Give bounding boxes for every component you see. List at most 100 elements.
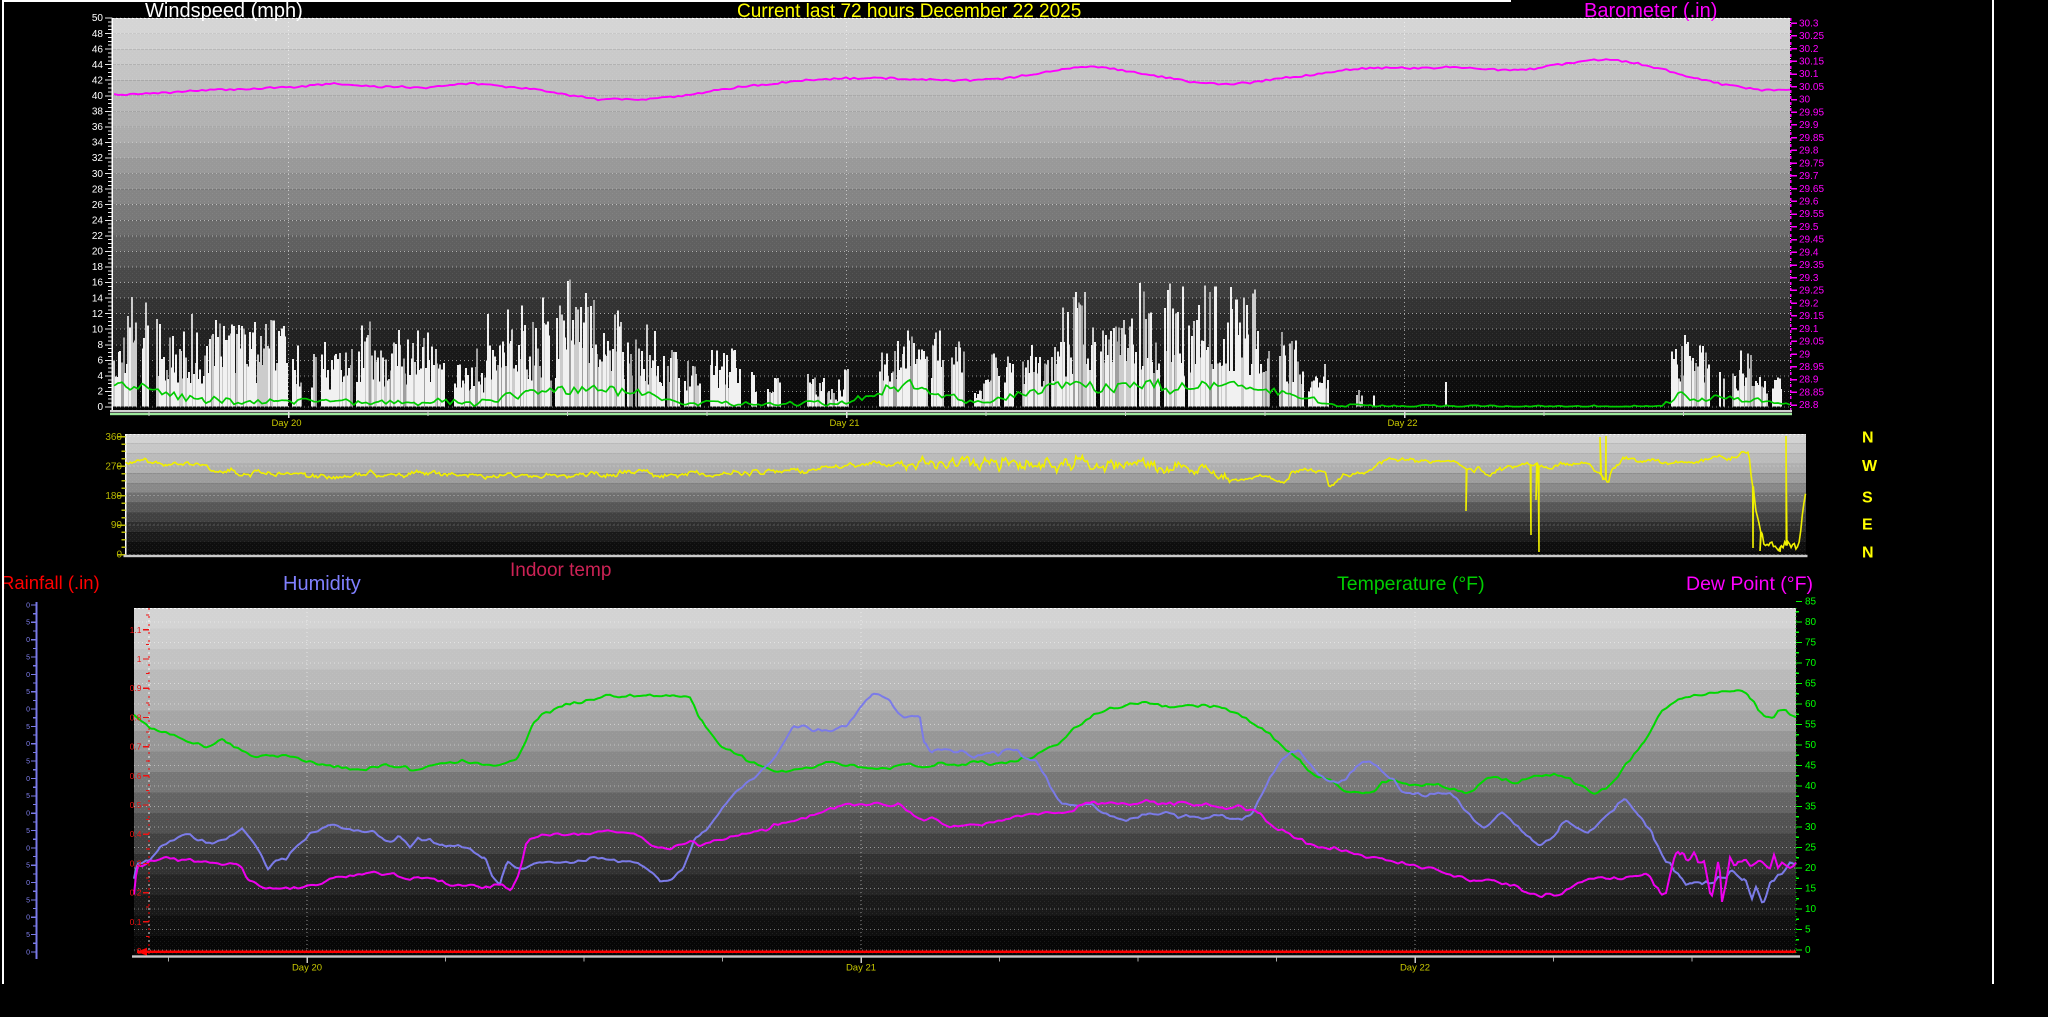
svg-text:14: 14 [92, 293, 104, 304]
svg-text:N: N [1862, 429, 1874, 446]
svg-text:29.45: 29.45 [1799, 235, 1824, 246]
svg-text:29.7: 29.7 [1799, 171, 1819, 182]
svg-text:28.8: 28.8 [1799, 400, 1819, 411]
svg-text:5: 5 [26, 759, 30, 766]
svg-text:29.4: 29.4 [1799, 247, 1819, 258]
svg-text:E: E [1862, 516, 1873, 533]
svg-text:S: S [1862, 489, 1873, 506]
svg-text:50: 50 [92, 13, 104, 24]
svg-text:0.1: 0.1 [130, 917, 142, 927]
svg-text:30.25: 30.25 [1799, 31, 1824, 42]
svg-text:29.15: 29.15 [1799, 311, 1824, 322]
svg-text:29.8: 29.8 [1799, 146, 1819, 157]
svg-text:30.05: 30.05 [1799, 82, 1824, 93]
svg-text:5: 5 [26, 863, 30, 870]
svg-text:30: 30 [1805, 822, 1817, 833]
svg-text:0: 0 [26, 637, 30, 644]
svg-text:Windspeed (mph): Windspeed (mph) [145, 0, 303, 22]
svg-text:5: 5 [26, 897, 30, 904]
svg-text:0: 0 [26, 915, 30, 922]
svg-text:30.2: 30.2 [1799, 44, 1819, 55]
svg-text:46: 46 [92, 44, 104, 55]
svg-text:80: 80 [1805, 617, 1817, 628]
svg-text:25: 25 [1805, 843, 1817, 854]
svg-text:29: 29 [1799, 349, 1811, 360]
svg-text:0.2: 0.2 [130, 888, 142, 898]
svg-text:W: W [1862, 458, 1878, 475]
svg-text:45: 45 [1805, 761, 1817, 772]
svg-text:28.95: 28.95 [1799, 362, 1824, 373]
svg-text:28.85: 28.85 [1799, 388, 1824, 399]
svg-text:29.65: 29.65 [1799, 184, 1824, 195]
svg-text:0: 0 [26, 949, 30, 956]
svg-text:28: 28 [92, 184, 104, 195]
svg-text:42: 42 [92, 75, 104, 86]
svg-text:30: 30 [92, 169, 104, 180]
svg-text:90: 90 [111, 520, 123, 531]
svg-text:40: 40 [1805, 781, 1817, 792]
svg-text:0: 0 [26, 811, 30, 818]
svg-text:50: 50 [1805, 740, 1817, 751]
svg-text:34: 34 [92, 138, 104, 149]
svg-text:0: 0 [26, 672, 30, 679]
svg-text:0.8: 0.8 [130, 712, 142, 722]
svg-text:60: 60 [1805, 699, 1817, 710]
svg-text:44: 44 [92, 60, 104, 71]
svg-text:0: 0 [26, 776, 30, 783]
svg-text:29.75: 29.75 [1799, 158, 1824, 169]
svg-text:36: 36 [92, 122, 104, 133]
svg-text:Day 22: Day 22 [1387, 418, 1417, 429]
svg-text:29.25: 29.25 [1799, 286, 1824, 297]
svg-text:0: 0 [137, 946, 142, 956]
svg-text:270: 270 [105, 461, 122, 472]
svg-text:29.35: 29.35 [1799, 260, 1824, 271]
svg-text:20: 20 [1805, 863, 1817, 874]
svg-text:29.3: 29.3 [1799, 273, 1819, 284]
svg-text:29.55: 29.55 [1799, 209, 1824, 220]
svg-text:29.95: 29.95 [1799, 107, 1824, 118]
svg-text:4: 4 [97, 371, 103, 382]
svg-text:Humidity: Humidity [283, 573, 361, 595]
svg-text:Day 21: Day 21 [846, 963, 876, 974]
svg-text:30.3: 30.3 [1799, 18, 1819, 29]
svg-text:35: 35 [1805, 802, 1817, 813]
svg-text:Rainfall (.in): Rainfall (.in) [1, 572, 100, 593]
svg-text:Day 22: Day 22 [1400, 963, 1430, 974]
svg-text:29.2: 29.2 [1799, 298, 1819, 309]
svg-text:70: 70 [1805, 658, 1817, 669]
svg-text:29.5: 29.5 [1799, 222, 1819, 233]
svg-text:Barometer (.in): Barometer (.in) [1584, 0, 1717, 22]
svg-text:16: 16 [92, 278, 104, 289]
svg-text:0.3: 0.3 [130, 858, 142, 868]
svg-text:0: 0 [26, 741, 30, 748]
svg-text:32: 32 [92, 153, 104, 164]
svg-text:28.9: 28.9 [1799, 375, 1819, 386]
svg-text:Day 20: Day 20 [292, 963, 322, 974]
svg-text:29.9: 29.9 [1799, 120, 1819, 131]
svg-text:29.6: 29.6 [1799, 197, 1819, 208]
svg-text:8: 8 [97, 340, 103, 351]
svg-text:0: 0 [97, 402, 103, 413]
svg-text:22: 22 [92, 231, 104, 242]
svg-text:24: 24 [92, 216, 104, 227]
svg-text:29.1: 29.1 [1799, 324, 1819, 335]
svg-text:6: 6 [97, 356, 103, 367]
svg-text:0: 0 [26, 602, 30, 609]
svg-text:5: 5 [26, 793, 30, 800]
svg-text:Indoor temp: Indoor temp [510, 560, 611, 581]
svg-text:85: 85 [1805, 597, 1817, 608]
svg-text:5: 5 [1805, 925, 1811, 936]
svg-text:0.4: 0.4 [130, 829, 142, 839]
svg-text:30.15: 30.15 [1799, 57, 1824, 68]
svg-text:0.5: 0.5 [130, 800, 142, 810]
svg-text:Day 20: Day 20 [271, 418, 301, 429]
svg-text:5: 5 [26, 620, 30, 627]
svg-text:0: 0 [1805, 945, 1811, 956]
svg-text:48: 48 [92, 29, 104, 40]
svg-text:15: 15 [1805, 884, 1817, 895]
svg-text:30.1: 30.1 [1799, 69, 1819, 80]
svg-text:18: 18 [92, 262, 104, 273]
svg-text:5: 5 [26, 724, 30, 731]
svg-text:Current last 72 hours December: Current last 72 hours December 22 2025 [737, 1, 1081, 22]
svg-text:26: 26 [92, 200, 104, 211]
